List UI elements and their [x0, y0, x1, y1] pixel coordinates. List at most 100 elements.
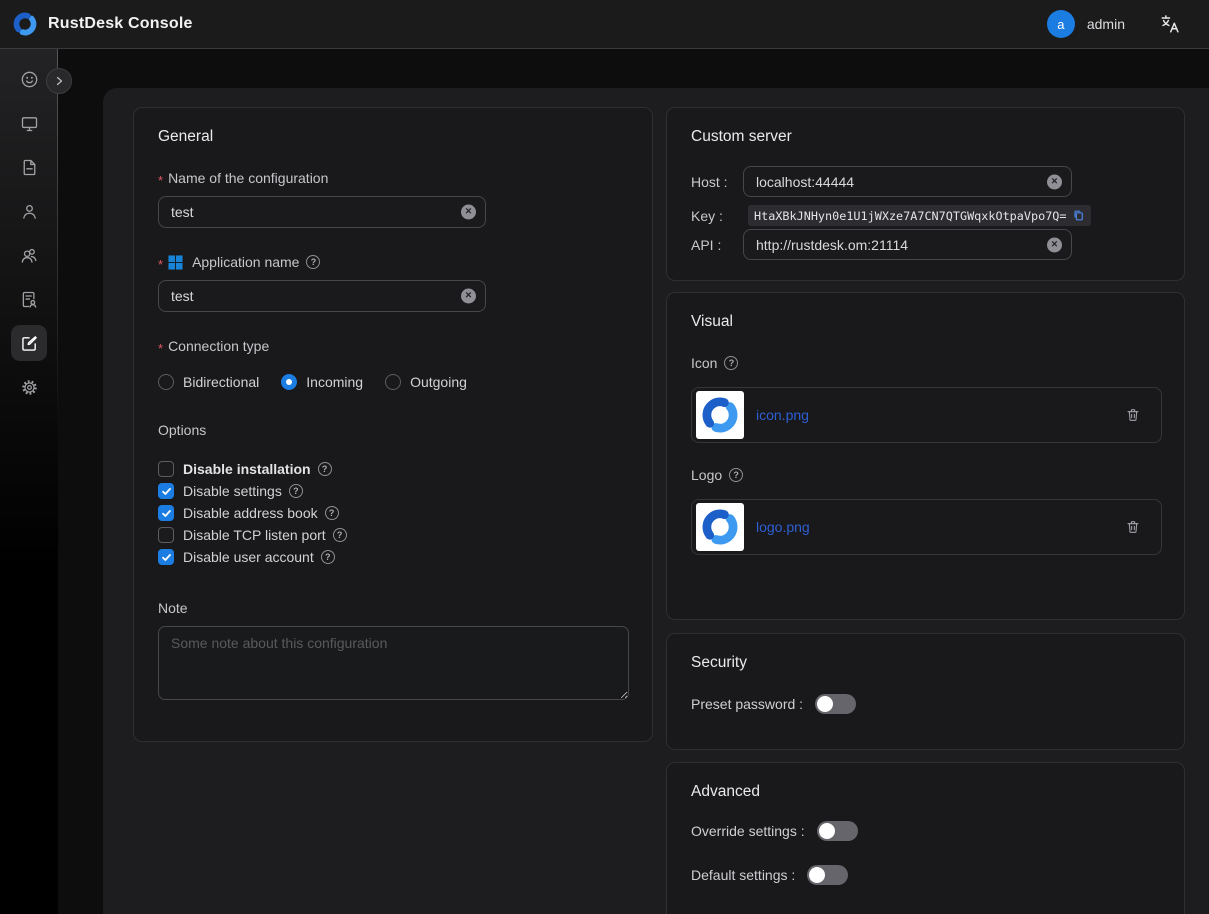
monitor-icon	[19, 113, 40, 134]
top-bar: RustDesk Console a admin	[0, 0, 1209, 49]
help-icon[interactable]: ?	[306, 255, 320, 269]
checkbox-icon	[158, 527, 174, 543]
host-row: Host : ×	[691, 166, 1160, 197]
application-name-input[interactable]	[158, 280, 486, 312]
advanced-card: Advanced Override settings : Default set…	[666, 762, 1185, 914]
application-name-input-wrap: ×	[158, 280, 486, 312]
radio-option[interactable]: Bidirectional	[158, 374, 259, 390]
help-icon[interactable]: ?	[321, 550, 335, 564]
override-settings-label: Override settings :	[691, 823, 805, 839]
checkbox-icon	[158, 505, 174, 521]
override-settings-toggle[interactable]	[817, 821, 858, 841]
required-asterisk: *	[158, 173, 163, 188]
radio-option[interactable]: Outgoing	[385, 374, 467, 390]
api-label: API :	[691, 237, 743, 253]
sidebar-item-licenses[interactable]	[0, 277, 58, 321]
logo-file-link[interactable]: logo.png	[756, 519, 810, 535]
sidebar-item-documents[interactable]	[0, 145, 58, 189]
radio-icon	[385, 374, 401, 390]
clear-icon[interactable]: ×	[461, 205, 476, 220]
security-title: Security	[691, 654, 1160, 672]
api-input[interactable]	[743, 229, 1072, 260]
icon-upload-box: icon.png	[691, 387, 1162, 443]
host-input-wrap: ×	[743, 166, 1072, 197]
username[interactable]: admin	[1087, 16, 1125, 32]
sidebar-expand-button[interactable]	[46, 68, 72, 94]
help-icon[interactable]: ?	[325, 506, 339, 520]
custom-server-title: Custom server	[691, 128, 1160, 146]
rustdesk-logo-icon	[700, 507, 740, 547]
avatar[interactable]: a	[1047, 10, 1075, 38]
help-icon[interactable]: ?	[729, 468, 743, 482]
logo-thumbnail	[696, 503, 744, 551]
key-label: Key :	[691, 208, 743, 224]
clear-icon[interactable]: ×	[461, 289, 476, 304]
help-icon[interactable]: ?	[289, 484, 303, 498]
name-input-wrap: ×	[158, 196, 486, 228]
smiley-icon	[19, 69, 40, 90]
default-settings-row: Default settings :	[691, 865, 1160, 885]
host-input[interactable]	[743, 166, 1072, 197]
note-textarea-wrap	[158, 626, 628, 705]
icon-file-link[interactable]: icon.png	[756, 407, 809, 423]
clear-icon[interactable]: ×	[1047, 237, 1062, 252]
rustdesk-logo-icon	[700, 395, 740, 435]
icon-thumbnail	[696, 391, 744, 439]
help-icon[interactable]: ?	[724, 356, 738, 370]
required-asterisk: *	[158, 257, 163, 272]
key-row: Key : HtaXBkJNHyn0e1U1jWXze7A7CN7QTGWqxk…	[691, 205, 1160, 226]
copy-icon[interactable]	[1072, 209, 1085, 222]
general-title: General	[158, 128, 628, 146]
checkbox-icon	[158, 483, 174, 499]
trash-icon[interactable]	[1125, 407, 1141, 423]
application-name-label: * Application name ?	[158, 254, 628, 270]
rustdesk-console-app: RustDesk Console a admin	[0, 0, 1209, 914]
rustdesk-logo-icon	[12, 11, 38, 37]
preset-password-toggle[interactable]	[815, 694, 856, 714]
connection-type-label: * Connection type	[158, 338, 628, 354]
sidebar-item-users[interactable]	[0, 189, 58, 233]
key-chip: HtaXBkJNHyn0e1U1jWXze7A7CN7QTGWqxkOtpaVp…	[748, 205, 1091, 226]
visual-card: Visual Icon ? icon.png	[666, 292, 1185, 620]
checkbox-row[interactable]: Disable TCP listen port ?	[158, 524, 628, 546]
options-label: Options	[158, 422, 628, 438]
api-row: API : ×	[691, 229, 1160, 260]
chevron-right-icon	[53, 75, 65, 87]
gear-icon	[19, 377, 40, 398]
trash-icon[interactable]	[1125, 519, 1141, 535]
logo-upload-box: logo.png	[691, 499, 1162, 555]
sidebar-item-devices[interactable]	[0, 101, 58, 145]
connection-type-radio-group: Bidirectional Incoming Outgoing	[158, 374, 628, 390]
radio-icon	[281, 374, 297, 390]
name-field-label: * Name of the configuration	[158, 170, 628, 186]
name-input[interactable]	[158, 196, 486, 228]
advanced-title: Advanced	[691, 783, 1160, 801]
checkbox-row[interactable]: Disable user account ?	[158, 546, 628, 568]
user-icon	[19, 201, 40, 222]
clear-icon[interactable]: ×	[1047, 174, 1062, 189]
windows-icon	[168, 255, 183, 270]
logo-label: Logo ?	[691, 467, 1160, 483]
checkbox-row[interactable]: Disable settings ?	[158, 480, 628, 502]
key-value: HtaXBkJNHyn0e1U1jWXze7A7CN7QTGWqxkOtpaVp…	[754, 209, 1067, 223]
default-settings-toggle[interactable]	[807, 865, 848, 885]
checkbox-row[interactable]: Disable address book ?	[158, 502, 628, 524]
app-title: RustDesk Console	[48, 15, 193, 33]
sidebar-item-custom-clients[interactable]	[0, 321, 58, 365]
radio-icon	[158, 374, 174, 390]
checkbox-icon	[158, 461, 174, 477]
sidebar-item-groups[interactable]	[0, 233, 58, 277]
note-textarea[interactable]	[158, 626, 629, 700]
security-card: Security Preset password :	[666, 633, 1185, 750]
radio-option[interactable]: Incoming	[281, 374, 363, 390]
help-icon[interactable]: ?	[333, 528, 347, 542]
document-icon	[19, 157, 40, 178]
language-icon[interactable]	[1159, 13, 1181, 35]
general-card: General * Name of the configuration × * …	[133, 107, 653, 742]
sidebar-item-settings[interactable]	[0, 365, 58, 409]
main-panel: General * Name of the configuration × * …	[103, 88, 1209, 914]
preset-password-row: Preset password :	[691, 694, 1160, 714]
host-label: Host :	[691, 174, 743, 190]
help-icon[interactable]: ?	[318, 462, 332, 476]
checkbox-row[interactable]: Disable installation ?	[158, 458, 628, 480]
